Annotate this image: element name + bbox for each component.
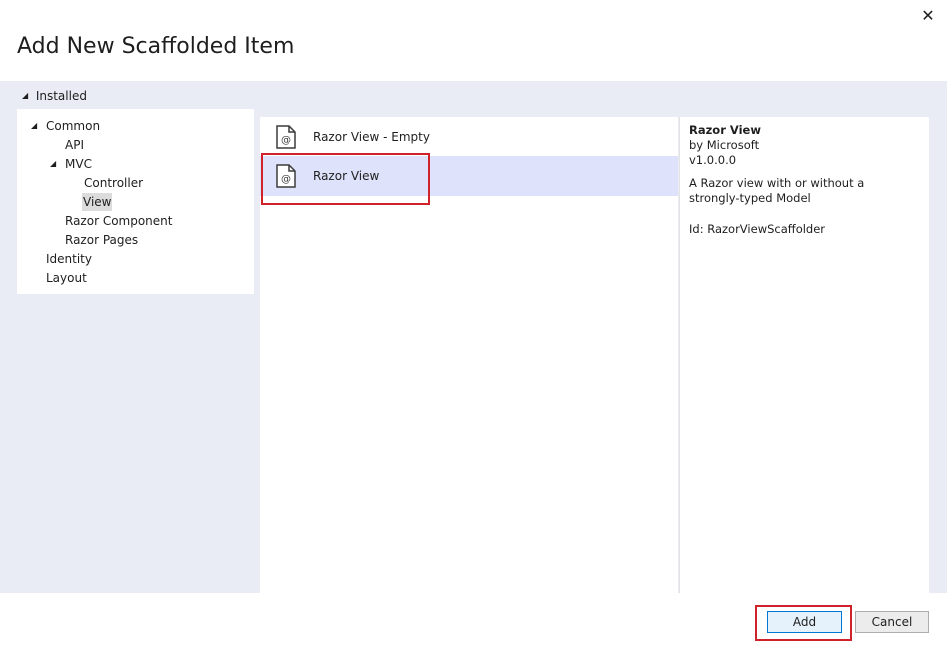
razor-file-icon: @ — [276, 125, 296, 149]
expand-triangle-icon[interactable]: ◢ — [50, 155, 56, 173]
tree-item-identity[interactable]: Identity — [46, 250, 92, 268]
close-button[interactable]: ✕ — [916, 6, 940, 26]
tree-item-common[interactable]: Common — [46, 117, 100, 135]
expand-triangle-icon[interactable]: ◢ — [31, 117, 37, 135]
details-name: Razor View — [689, 123, 761, 137]
close-icon: ✕ — [921, 6, 935, 25]
template-item-razor-view-empty[interactable]: @ Razor View - Empty — [260, 117, 678, 157]
details-author: by Microsoft — [689, 138, 760, 152]
tree-item-razor-component[interactable]: Razor Component — [65, 212, 172, 230]
installed-label: Installed — [35, 89, 87, 103]
template-label: Razor View - Empty — [313, 130, 430, 144]
tree-item-mvc[interactable]: MVC — [65, 155, 92, 173]
tree-item-razor-pages[interactable]: Razor Pages — [65, 231, 138, 249]
tree-item-view[interactable]: View — [82, 193, 113, 211]
details-description: A Razor view with or without a strongly-… — [689, 176, 865, 205]
tree-item-api[interactable]: API — [65, 136, 84, 154]
svg-text:@: @ — [281, 135, 291, 146]
dialog-title: Add New Scaffolded Item — [17, 34, 295, 59]
details-panel: Razor View by Microsoft v1.0.0.0 A Razor… — [679, 117, 929, 593]
tree-item-controller[interactable]: Controller — [84, 174, 143, 192]
collapse-triangle-icon: ◢ — [22, 91, 29, 100]
category-tree: ◢ Common API ◢ MVC Controller View Razor… — [17, 109, 254, 294]
cancel-button[interactable]: Cancel — [855, 611, 929, 633]
details-id: Id: RazorViewScaffolder — [689, 222, 826, 236]
razor-view-highlight — [261, 153, 430, 205]
add-button[interactable]: Add — [767, 611, 842, 633]
details-version: v1.0.0.0 — [689, 153, 737, 167]
tree-item-layout[interactable]: Layout — [46, 269, 87, 287]
installed-header[interactable]: ◢ Installed — [22, 88, 87, 104]
